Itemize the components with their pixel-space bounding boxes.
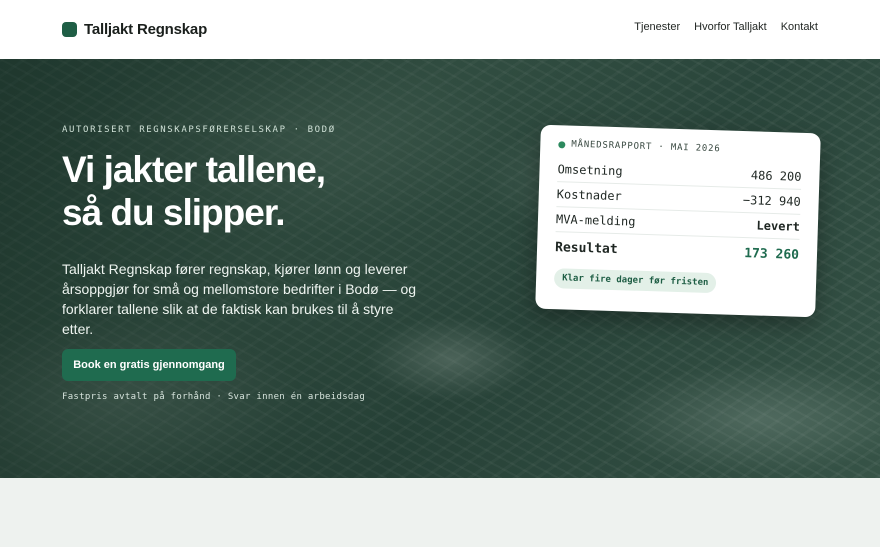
row-label: Kostnader xyxy=(556,187,623,204)
report-result-row: Resultat 173 260 xyxy=(555,232,800,270)
row-label: Omsetning xyxy=(557,162,623,179)
hero-headline: Vi jakter tallene, så du slipper. xyxy=(62,148,442,234)
brand[interactable]: Talljakt Regnskap xyxy=(62,19,207,39)
next-section-band xyxy=(0,478,880,547)
result-value: 173 260 xyxy=(743,245,800,263)
headline-line-2: så du slipper. xyxy=(62,192,285,233)
nav-link-tjenester[interactable]: Tjenester xyxy=(634,21,680,33)
row-value: −312 940 xyxy=(742,193,801,209)
report-header: MÅNEDSRAPPORT · MAI 2026 xyxy=(558,139,802,157)
status-dot-icon xyxy=(558,140,566,148)
headline-line-1: Vi jakter tallene, xyxy=(62,149,326,190)
logo-icon xyxy=(62,21,77,37)
main-nav: Tjenester Hvorfor Talljakt Kontakt xyxy=(634,21,818,33)
hero-section: AUTORISERT REGNSKAPSFØRERSELSKAP · BODØ … xyxy=(0,59,880,478)
monthly-report-card: MÅNEDSRAPPORT · MAI 2026 Omsetning 486 2… xyxy=(535,124,821,318)
report-title: MÅNEDSRAPPORT · MAI 2026 xyxy=(571,139,721,155)
top-bar: Talljakt Regnskap Tjenester Hvorfor Tall… xyxy=(0,0,880,59)
hero-eyebrow: AUTORISERT REGNSKAPSFØRERSELSKAP · BODØ xyxy=(62,125,336,135)
row-value: 486 200 xyxy=(750,168,802,184)
result-label: Resultat xyxy=(554,239,618,257)
brand-name: Talljakt Regnskap xyxy=(84,20,208,38)
row-label: MVA-melding xyxy=(555,212,636,229)
deadline-badge: Klar fire dager før fristen xyxy=(553,268,717,294)
book-review-button[interactable]: Book en gratis gjennomgang xyxy=(62,349,236,381)
cta-note: Fastpris avtalt på forhånd · Svar innen … xyxy=(62,392,366,402)
nav-link-hvorfor[interactable]: Hvorfor Talljakt xyxy=(694,21,767,33)
row-value: Levert xyxy=(756,218,801,234)
nav-link-kontakt[interactable]: Kontakt xyxy=(781,21,818,33)
hero-lede: Talljakt Regnskap fører regnskap, kjører… xyxy=(62,261,417,337)
